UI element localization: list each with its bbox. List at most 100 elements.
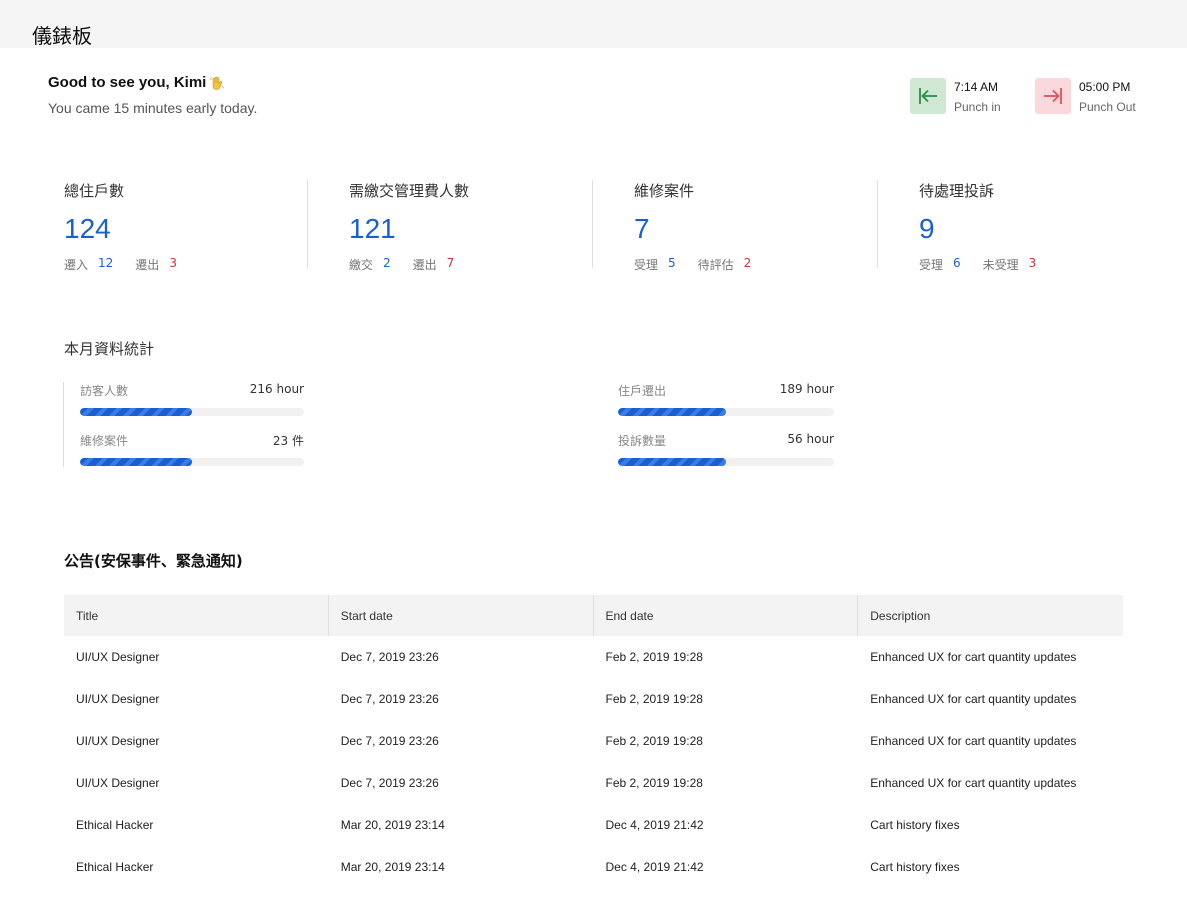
greeting: Good to see you, Kimi You came 15 minute… (48, 74, 257, 116)
stat-footer: 繳交 2 遷出 7 (349, 256, 592, 273)
cell-title: Ethical Hacker (76, 818, 154, 832)
cell-end-date: Feb 2, 2019 19:28 (605, 776, 703, 790)
progress-label: 住戶遷出 (618, 384, 667, 398)
stat-value: 9 (919, 213, 935, 244)
cell-description: Enhanced UX for cart quantity updates (870, 650, 1077, 664)
table-row[interactable]: Ethical Hacker Mar 20, 2019 23:14 Dec 4, 2… (64, 846, 1123, 888)
monthly-stats-left: 訪客人數 216 hour 維修案件 23 件 (63, 382, 304, 467)
cell-start-date: Mar 20, 2019 23:14 (340, 818, 445, 832)
table-row[interactable]: UI/UX Designer Dec 7, 2019 23:26 Feb 2, 20… (64, 720, 1123, 762)
table-row[interactable]: Ethical Hacker Mar 20, 2019 23:14 Dec 4, 2… (64, 804, 1123, 846)
progress-label: 投訴數量 (618, 434, 667, 448)
stat-value: 121 (349, 213, 396, 244)
punch-out-time: 05:00 PM (1079, 80, 1131, 94)
punch-in-icon[interactable] (910, 78, 946, 114)
column-header-description[interactable]: Description (858, 595, 1123, 636)
cell-description: Enhanced UX for cart quantity updates (870, 734, 1077, 748)
cell-start-date: Mar 20, 2019 23:14 (340, 860, 445, 874)
stat-label: 待處理投訴 (919, 182, 995, 200)
stat-sub-value: 7 (446, 256, 455, 270)
stat-footer: 遷入 12 遷出 3 (64, 256, 307, 273)
progress-track (80, 408, 304, 416)
stat-sub-label: 未受理 (982, 258, 1019, 272)
stat-card-complaints: 待處理投訴 9 受理 6 未受理 3 (919, 180, 1163, 272)
punch-in[interactable]: 7:14 AM Punch in (910, 78, 1001, 114)
stat-card-fees: 需繳交管理費人數 121 繳交 2 遷出 7 (349, 180, 593, 272)
cell-description: Cart history fixes (870, 860, 960, 874)
progress-track (618, 458, 834, 466)
cell-start-date: Dec 7, 2019 23:26 (340, 734, 439, 748)
cell-end-date: Feb 2, 2019 19:28 (605, 650, 703, 664)
column-header-start-date[interactable]: Start date (329, 595, 594, 636)
column-header-end-date[interactable]: End date (594, 595, 859, 636)
stat-sub-label: 待評估 (697, 258, 734, 272)
stat-label: 需繳交管理費人數 (349, 182, 470, 200)
progress-value: 56 hour (787, 432, 834, 446)
stat-card-residents: 總住戶數 124 遷入 12 遷出 3 (64, 180, 308, 272)
column-header-title[interactable]: Title (64, 595, 329, 636)
stat-sub-value: 6 (953, 256, 961, 270)
cell-title: UI/UX Designer (76, 692, 160, 706)
progress-fill (80, 458, 192, 466)
progress-item: 維修案件 23 件 (80, 432, 304, 466)
cell-start-date: Dec 7, 2019 23:26 (340, 692, 439, 706)
progress-fill (80, 408, 192, 416)
stat-sub-value: 2 (383, 256, 391, 270)
cell-description: Enhanced UX for cart quantity updates (870, 692, 1077, 706)
progress-label: 訪客人數 (80, 384, 129, 398)
stat-sub-label: 受理 (919, 258, 944, 272)
punch-in-time: 7:14 AM (954, 80, 999, 94)
stat-sub-label: 受理 (634, 258, 659, 272)
cell-title: Ethical Hacker (76, 860, 154, 874)
stat-label: 總住戶數 (64, 182, 125, 200)
page-title: 儀錶板 (32, 24, 92, 48)
cell-end-date: Dec 4, 2019 21:42 (605, 818, 704, 832)
waving-hand-icon (210, 76, 224, 90)
stat-sub-label: 繳交 (349, 258, 374, 272)
monthly-stats-right: 住戶遷出 189 hour 投訴數量 56 hour (618, 382, 834, 482)
stat-footer: 受理 6 未受理 3 (919, 256, 1163, 273)
stat-sub-value: 3 (1028, 256, 1037, 270)
cell-end-date: Dec 4, 2019 21:42 (605, 860, 704, 874)
cell-title: UI/UX Designer (76, 650, 160, 664)
punch-out[interactable]: 05:00 PM Punch Out (1035, 78, 1136, 114)
progress-track (80, 458, 304, 466)
stat-sub-value: 3 (169, 256, 177, 270)
cell-title: UI/UX Designer (76, 776, 160, 790)
greeting-text: Good to see you, Kimi (48, 74, 207, 91)
stat-value: 124 (64, 213, 111, 244)
progress-track (618, 408, 834, 416)
stat-sub-value: 2 (743, 256, 752, 270)
stat-sub-label: 遷入 (64, 258, 89, 272)
cell-description: Enhanced UX for cart quantity updates (870, 776, 1077, 790)
stat-value: 7 (634, 213, 650, 244)
cell-end-date: Feb 2, 2019 19:28 (605, 734, 703, 748)
stat-sub-value: 12 (98, 256, 114, 270)
progress-value: 189 hour (779, 382, 834, 396)
table-header: Title Start date End date Description (64, 595, 1123, 636)
table-body: UI/UX Designer Dec 7, 2019 23:26 Feb 2, 20… (64, 636, 1123, 888)
table-row[interactable]: UI/UX Designer Dec 7, 2019 23:26 Feb 2, 20… (64, 678, 1123, 720)
progress-fill (618, 458, 726, 466)
punch-out-icon[interactable] (1035, 78, 1071, 114)
progress-label: 維修案件 (80, 434, 129, 448)
cell-title: UI/UX Designer (76, 734, 160, 748)
punch-out-label: Punch Out (1079, 100, 1136, 114)
progress-fill (618, 408, 726, 416)
punch-in-label: Punch in (954, 100, 1001, 114)
stat-sub-label: 遷出 (412, 258, 437, 272)
cell-start-date: Dec 7, 2019 23:26 (340, 650, 439, 664)
stat-footer: 受理 5 待評估 2 (634, 256, 877, 273)
cell-end-date: Feb 2, 2019 19:28 (605, 692, 703, 706)
notices-table: Title Start date End date Description UI… (64, 595, 1123, 888)
progress-item: 投訴數量 56 hour (618, 432, 834, 466)
table-row[interactable]: UI/UX Designer Dec 7, 2019 23:26 Feb 2, 20… (64, 762, 1123, 804)
progress-item: 訪客人數 216 hour (80, 382, 304, 416)
progress-value: 23 件 (272, 434, 304, 448)
table-row[interactable]: UI/UX Designer Dec 7, 2019 23:26 Feb 2, 20… (64, 636, 1123, 678)
monthly-stats-title: 本月資料統計 (64, 340, 155, 358)
stat-card-repairs: 維修案件 7 受理 5 待評估 2 (634, 180, 878, 272)
top-bar: 儀錶板 (0, 0, 1187, 48)
progress-item: 住戶遷出 189 hour (618, 382, 834, 416)
stat-label: 維修案件 (634, 182, 695, 200)
